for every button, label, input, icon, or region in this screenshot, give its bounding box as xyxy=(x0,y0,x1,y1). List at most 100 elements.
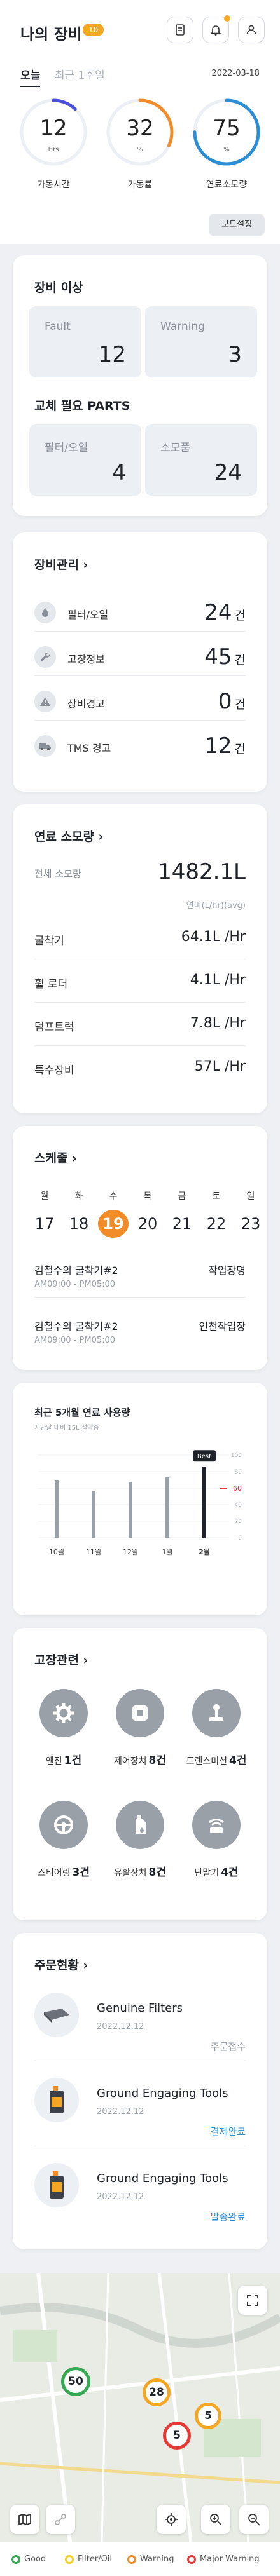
y-tick-label: 0 xyxy=(238,1535,242,1542)
tab-recent-week[interactable]: 최근 1주일 xyxy=(55,66,105,82)
fault-item-steering[interactable]: 스티어링 3건 xyxy=(25,1801,102,1896)
order-item[interactable]: Ground Engaging Tools 2022.12.12 결제완료 xyxy=(34,2068,246,2146)
day-name: 화 xyxy=(74,1191,83,1202)
filter-product-icon xyxy=(34,1993,79,2037)
gauge-value: 32 xyxy=(126,116,154,141)
fuel-chart-subtitle: 지난달 대비 15L 절약중 xyxy=(34,1425,99,1432)
notification-button[interactable] xyxy=(202,15,230,43)
bell-icon xyxy=(210,25,221,36)
schedule-equipment: 김철수의 굴착기#2 xyxy=(34,1320,118,1332)
x-tick-label: 11월 xyxy=(86,1548,101,1556)
map-cluster[interactable]: 28 xyxy=(143,2378,171,2406)
route-icon xyxy=(55,2514,66,2525)
fault-name: 트랜스미션 xyxy=(186,1756,227,1766)
management-row-tms[interactable]: TMS 경고 12 건 xyxy=(34,727,246,765)
row-value-unit: 건 xyxy=(234,698,246,712)
fault-item-lubrication[interactable]: 유활장치 8건 xyxy=(102,1801,178,1896)
legend-label: Warning xyxy=(140,2554,174,2564)
fault-box[interactable]: Fault 12 xyxy=(29,306,141,377)
gauge-label: 연료소모량 xyxy=(206,180,248,190)
map-cluster[interactable]: 5 xyxy=(163,2422,191,2450)
day-item-selected[interactable]: 수 19 xyxy=(98,1190,129,1238)
filter-oil-box[interactable]: 필터/오일 4 xyxy=(29,424,141,496)
fault-item-terminal[interactable]: 단말기 4건 xyxy=(178,1801,255,1896)
zoom-out-button[interactable] xyxy=(239,2505,269,2534)
x-tick-label: 10월 xyxy=(49,1548,64,1556)
fault-item-label: 유활장치 8건 xyxy=(102,1863,178,1879)
consumable-box[interactable]: 소모품 24 xyxy=(145,424,257,496)
order-status-card: 주문현황 › Genuine Filters 2022.12.12 주문접수 G… xyxy=(13,1933,267,2249)
legend-warning: Warning xyxy=(127,2554,174,2564)
management-row-fault[interactable]: 고장정보 45 건 xyxy=(34,638,246,676)
fuel-title[interactable]: 연료 소모량 › xyxy=(34,827,103,844)
chart-bar xyxy=(202,1467,206,1538)
fault-category-title[interactable]: 고장관련 › xyxy=(34,1651,88,1668)
zoom-in-button[interactable] xyxy=(201,2505,230,2534)
fault-item-label: 제어장치 8건 xyxy=(102,1751,178,1767)
day-item[interactable]: 화 18 xyxy=(64,1190,94,1238)
fault-item-transmission[interactable]: 트랜스미션 4건 xyxy=(178,1689,255,1784)
my-location-button[interactable] xyxy=(157,2505,186,2534)
map-cluster[interactable]: 5 xyxy=(195,2403,221,2429)
fault-value: 12 xyxy=(98,342,126,367)
warning-value: 3 xyxy=(228,342,242,367)
transmission-icon xyxy=(192,1689,241,1737)
oil-can-product-icon xyxy=(34,2163,79,2207)
order-item[interactable]: Genuine Filters 2022.12.12 주문접수 xyxy=(34,1983,246,2061)
week-strip: 월 17 화 18 수 19 목 20 금 21 토 22 일 23 xyxy=(34,1190,260,1238)
profile-button[interactable] xyxy=(238,17,265,43)
reference-value: 60 xyxy=(233,1484,242,1493)
day-item[interactable]: 토 22 xyxy=(201,1190,232,1238)
route-button[interactable] xyxy=(46,2505,75,2534)
equipment-map[interactable]: 50 28 5 5 Good Filter/Oil Warning Major … xyxy=(0,2273,280,2576)
y-tick-label: 80 xyxy=(235,1469,242,1475)
orders-title[interactable]: 주문현황 › xyxy=(34,1956,88,1973)
fault-category-card: 고장관련 › 엔진 1건 제어장치 8건 트랜스미션 4건 스티어링 3건 유활장치 8건… xyxy=(13,1628,267,1920)
chart-bar xyxy=(55,1480,59,1538)
day-item[interactable]: 월 17 xyxy=(29,1190,60,1238)
management-row-filter[interactable]: 필터/오일 24 건 xyxy=(34,593,246,632)
y-tick-label: 40 xyxy=(235,1502,242,1508)
schedule-time: AM09:00 - PM05:00 xyxy=(34,1336,116,1345)
gauge-operating-time: 12 Hrs 가동시간 xyxy=(18,97,89,193)
map-cluster[interactable]: 50 xyxy=(61,2367,90,2396)
order-item[interactable]: Ground Engaging Tools 2022.12.12 발송완료 xyxy=(34,2153,246,2232)
fault-item-engine[interactable]: 엔진 1건 xyxy=(25,1689,102,1784)
order-status: 결제완료 xyxy=(210,2126,246,2138)
chevron-right-icon: › xyxy=(83,1958,88,1972)
day-item[interactable]: 목 20 xyxy=(132,1190,163,1238)
row-value-unit: 건 xyxy=(234,653,246,667)
warning-box[interactable]: Warning 3 xyxy=(145,306,257,377)
day-date: 23 xyxy=(241,1215,261,1233)
day-name: 목 xyxy=(143,1191,152,1202)
management-row-warning[interactable]: 장비경고 0건 xyxy=(34,682,246,721)
gauge-value: 75 xyxy=(213,116,241,141)
day-item[interactable]: 금 21 xyxy=(167,1190,197,1238)
order-name: Ground Engaging Tools xyxy=(97,2172,228,2185)
management-title-text: 장비관리 xyxy=(34,558,79,572)
map-icon xyxy=(18,2513,31,2526)
management-title[interactable]: 장비관리 › xyxy=(34,555,88,573)
row-value: 0건 xyxy=(218,689,246,714)
fuel-row-label: 덤프트럭 xyxy=(34,1021,74,1034)
fault-name: 엔진 xyxy=(45,1756,62,1766)
tab-today[interactable]: 오늘 xyxy=(20,66,41,87)
row-value-number: 45 xyxy=(204,644,232,670)
fault-item-control[interactable]: 제어장치 8건 xyxy=(102,1689,178,1784)
day-item[interactable]: 일 23 xyxy=(235,1190,266,1238)
fault-item-label: 단말기 4건 xyxy=(178,1863,255,1879)
truck-icon xyxy=(34,735,56,757)
schedule-item[interactable]: 김철수의 굴착기#2 AM09:00 - PM05:00 작업장명 xyxy=(34,1253,246,1298)
schedule-title[interactable]: 스케줄 › xyxy=(34,1149,77,1166)
row-value: 12 건 xyxy=(204,733,246,759)
map-type-button[interactable] xyxy=(10,2505,39,2534)
schedule-item[interactable]: 김철수의 굴착기#2 AM09:00 - PM05:00 인천작업장 xyxy=(34,1309,246,1353)
board-settings-button[interactable]: 보드설정 xyxy=(209,214,265,236)
gauge-value: 12 xyxy=(39,116,67,141)
fullscreen-button[interactable] xyxy=(238,2286,267,2315)
fault-item-label: 스티어링 3건 xyxy=(25,1863,102,1879)
row-label: 장비경고 xyxy=(67,698,105,710)
report-button[interactable] xyxy=(167,17,193,43)
fuel-history-card: 최근 5개월 연료 사용량 지난달 대비 15L 절약중 0 20 40 60 80 10… xyxy=(13,1383,267,1615)
warning-icon xyxy=(34,691,56,712)
